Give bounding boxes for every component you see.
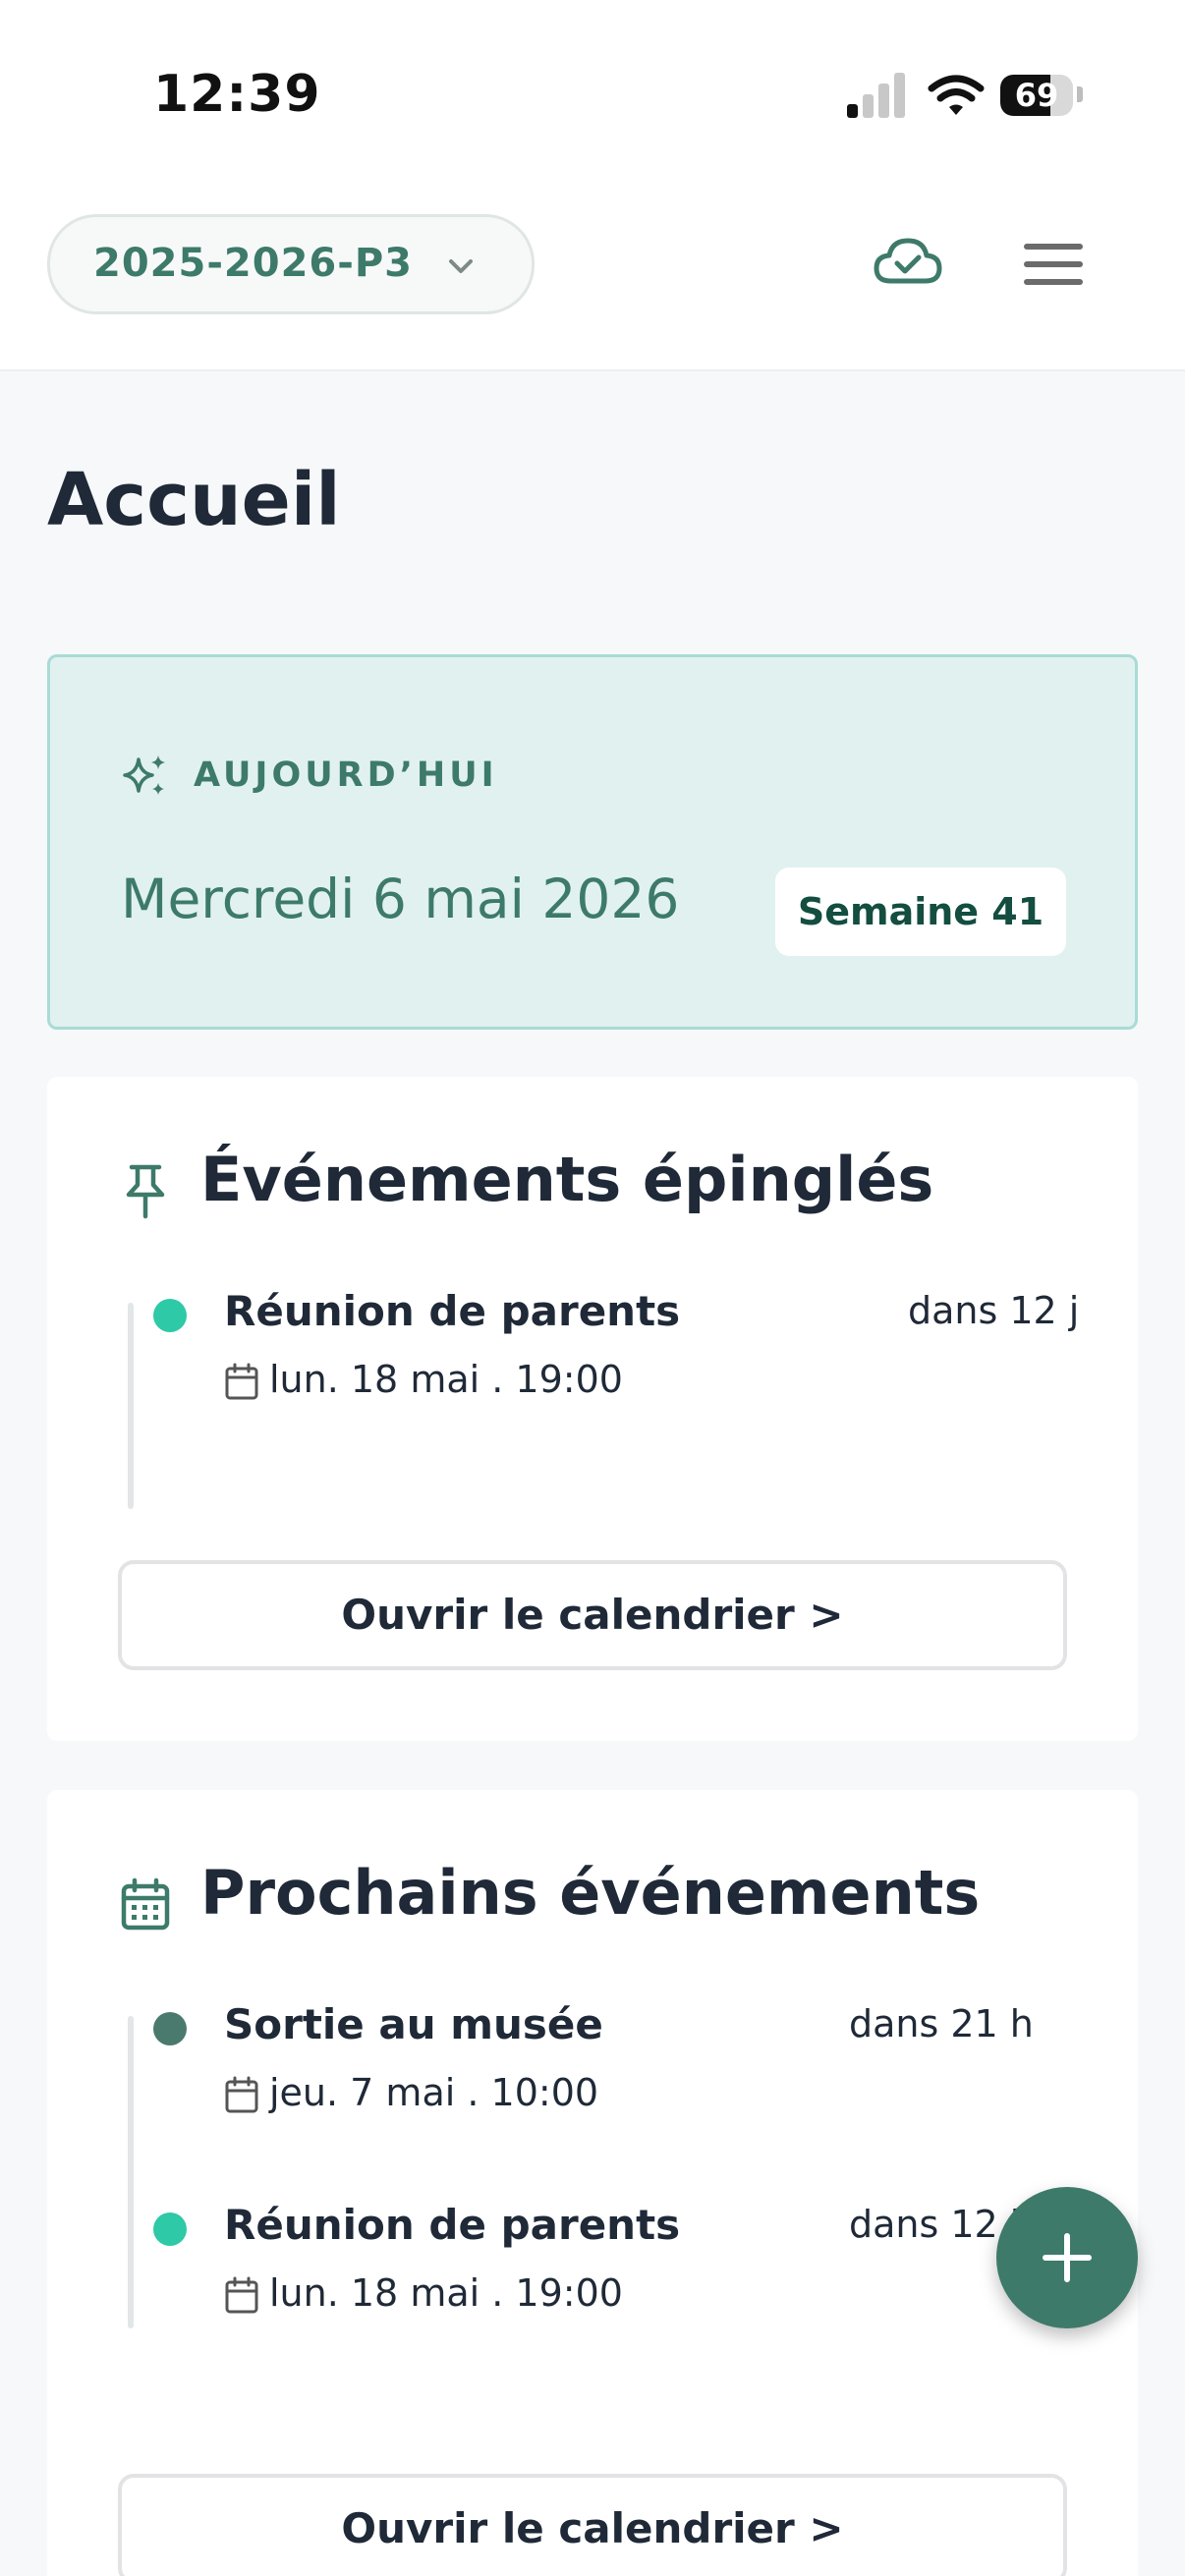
battery-cap bbox=[1077, 86, 1083, 102]
pinned-events-card: Événements épinglés Réunion de parents l… bbox=[47, 1077, 1138, 1741]
sparkles-icon bbox=[123, 756, 165, 795]
cellular-signal-icon bbox=[847, 73, 905, 118]
calendar-icon bbox=[225, 2276, 258, 2314]
year-selector[interactable]: 2025-2026-P3 bbox=[47, 214, 535, 314]
today-card: AUJOURD’HUI Mercredi 6 mai 2026 Semaine … bbox=[47, 654, 1138, 1030]
event-title: Réunion de parents bbox=[224, 2201, 681, 2249]
top-bar: 12:39 69 2025-2026-P3 bbox=[0, 0, 1185, 371]
page-title: Accueil bbox=[47, 458, 341, 542]
menu-line bbox=[1024, 279, 1083, 285]
chevron-down-icon bbox=[449, 259, 473, 273]
today-label: AUJOURD’HUI bbox=[194, 756, 498, 795]
pinned-events-title: Événements épinglés bbox=[200, 1144, 934, 1215]
event-date: jeu. 7 mai . 10:00 bbox=[269, 2071, 599, 2114]
event-date: lun. 18 mai . 19:00 bbox=[269, 1358, 623, 1401]
event-relative-time: dans 12 j bbox=[908, 1289, 1080, 1332]
list-item[interactable]: Réunion de parents lun. 18 mai . 19:00 d… bbox=[153, 2201, 1087, 2338]
cloud-check-icon[interactable] bbox=[873, 232, 943, 295]
list-item[interactable]: Réunion de parents lun. 18 mai . 19:00 d… bbox=[153, 1287, 1087, 1425]
upcoming-events-title: Prochains événements bbox=[200, 1857, 981, 1929]
open-calendar-button[interactable]: Ouvrir le calendrier > bbox=[118, 2474, 1067, 2576]
today-date: Mercredi 6 mai 2026 bbox=[121, 868, 680, 930]
event-relative-time: dans 12 j bbox=[849, 2203, 1021, 2246]
event-status-dot bbox=[153, 1299, 187, 1332]
list-item[interactable]: Sortie au musée jeu. 7 mai . 10:00 dans … bbox=[153, 2000, 1087, 2138]
calendar-icon bbox=[225, 2076, 258, 2113]
event-status-dot bbox=[153, 2012, 187, 2045]
upcoming-events-card: Prochains événements Sortie au musée jeu… bbox=[47, 1790, 1138, 2576]
status-icons: 69 bbox=[847, 71, 1083, 120]
menu-line bbox=[1024, 244, 1083, 250]
battery-icon: 69 bbox=[1000, 75, 1073, 116]
week-badge: Semaine 41 bbox=[775, 868, 1066, 956]
wifi-icon bbox=[928, 75, 985, 115]
year-selector-value: 2025-2026-P3 bbox=[93, 241, 414, 286]
event-date: lun. 18 mai . 19:00 bbox=[269, 2271, 623, 2315]
event-title: Réunion de parents bbox=[224, 1287, 681, 1335]
pin-icon bbox=[126, 1164, 165, 1219]
timeline-line bbox=[128, 2016, 134, 2328]
calendar-grid-icon bbox=[121, 1877, 170, 1931]
calendar-icon bbox=[225, 1363, 258, 1400]
event-title: Sortie au musée bbox=[224, 2000, 603, 2048]
plus-icon bbox=[1043, 2233, 1092, 2282]
hamburger-menu-icon[interactable] bbox=[1024, 244, 1083, 287]
open-calendar-button[interactable]: Ouvrir le calendrier > bbox=[118, 1560, 1067, 1670]
status-time: 12:39 bbox=[153, 65, 321, 124]
timeline-line bbox=[128, 1303, 134, 1509]
add-event-button[interactable] bbox=[996, 2187, 1138, 2328]
battery-percent: 69 bbox=[1014, 77, 1059, 114]
menu-line bbox=[1024, 261, 1083, 267]
event-relative-time: dans 21 h bbox=[849, 2002, 1034, 2045]
event-status-dot bbox=[153, 2212, 187, 2246]
